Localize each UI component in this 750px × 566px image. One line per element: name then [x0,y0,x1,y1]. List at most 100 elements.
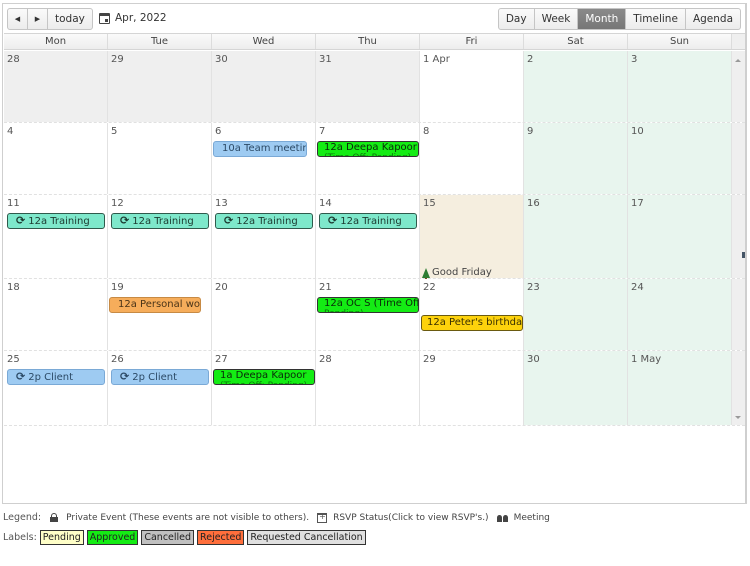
day-cell[interactable]: 15 Good Friday [420,195,524,280]
day-cell[interactable]: 17 [628,195,732,278]
day-number[interactable]: 5 [111,126,117,137]
view-button-agenda[interactable]: Agenda [686,9,740,29]
day-cell[interactable]: 30 [212,51,316,122]
day-number[interactable]: 15 [423,198,436,209]
view-button-timeline[interactable]: Timeline [626,9,686,29]
day-cell[interactable]: 1 Apr [420,51,524,122]
side-panel-handle[interactable] [742,252,745,258]
day-number[interactable]: 22 [423,282,436,293]
day-cell[interactable]: 5 [108,123,212,194]
day-cell[interactable]: 19 12a Personal work [108,279,212,350]
day-number[interactable]: 4 [7,126,13,137]
view-button-month[interactable]: Month [578,9,627,29]
day-number[interactable]: 12 [111,198,124,209]
day-number[interactable]: 23 [527,282,540,293]
calendar-event[interactable]: 10a Team meeting [213,141,307,157]
scroll-up-icon[interactable] [735,59,741,62]
day-cell[interactable]: 2 [524,51,628,122]
day-number[interactable]: 27 [215,354,228,365]
day-cell[interactable]: 12 ⟳ 12a Training [108,195,212,278]
day-number[interactable]: 1 Apr [423,54,450,65]
scroll-down-icon[interactable] [735,416,741,419]
day-cell[interactable]: 27 1a Deepa Kapoor(Time Off: Pending) [212,351,316,425]
day-cell[interactable]: 31 [316,51,420,122]
prev-button[interactable]: ◀ [8,9,28,29]
day-cell[interactable]: 22 12a Peter's birthday [420,279,524,350]
day-number[interactable]: 11 [7,198,20,209]
day-number[interactable]: 24 [631,282,644,293]
scrollbar[interactable] [732,279,745,350]
day-number[interactable]: 16 [527,198,540,209]
day-number[interactable]: 18 [7,282,20,293]
day-number[interactable]: 28 [7,54,20,65]
day-cell[interactable]: 23 [524,279,628,350]
scrollbar[interactable] [732,123,745,194]
day-cell[interactable]: 29 [108,51,212,122]
day-cell[interactable]: 3 [628,51,732,122]
day-number[interactable]: 10 [631,126,644,137]
calendar-event[interactable]: 12a Peter's birthday [421,315,523,331]
day-cell[interactable]: 24 [628,279,732,350]
day-number[interactable]: 13 [215,198,228,209]
day-cell[interactable]: 7 12a Deepa Kapoor(Time Off: Pending) [316,123,420,194]
calendar-event[interactable]: 12a OC S (Time Off:Pending) [317,297,419,313]
holiday-label[interactable]: Good Friday [422,267,492,280]
day-number[interactable]: 30 [215,54,228,65]
day-number[interactable]: 6 [215,126,221,137]
day-number[interactable]: 8 [423,126,429,137]
day-cell[interactable]: 30 [524,351,628,425]
day-cell[interactable]: 21 12a OC S (Time Off:Pending) [316,279,420,350]
day-cell[interactable]: 28 [316,351,420,425]
day-cell[interactable]: 8 [420,123,524,194]
day-number[interactable]: 17 [631,198,644,209]
next-button[interactable]: ▶ [28,9,48,29]
day-number[interactable]: 28 [319,354,332,365]
day-cell[interactable]: 10 [628,123,732,194]
day-number[interactable]: 2 [527,54,533,65]
day-cell[interactable]: 4 [4,123,108,194]
calendar-event[interactable]: ⟳ 12a Training [319,213,417,229]
day-number[interactable]: 31 [319,54,332,65]
day-cell[interactable]: 28 [4,51,108,122]
day-number[interactable]: 26 [111,354,124,365]
day-number[interactable]: 20 [215,282,228,293]
day-cell[interactable]: 14 ⟳ 12a Training [316,195,420,278]
day-number[interactable]: 25 [7,354,20,365]
day-number[interactable]: 1 May [631,354,661,365]
today-button[interactable]: today [48,9,92,29]
day-number[interactable]: 29 [423,354,436,365]
day-cell[interactable]: 16 [524,195,628,278]
day-number[interactable]: 7 [319,126,325,137]
day-number[interactable]: 21 [319,282,332,293]
view-button-day[interactable]: Day [499,9,535,29]
day-cell[interactable]: 6 10a Team meeting [212,123,316,194]
day-number[interactable]: 30 [527,354,540,365]
day-cell[interactable]: 9 [524,123,628,194]
day-cell[interactable]: 13 ⟳ 12a Training [212,195,316,278]
day-cell[interactable]: 25 ⟳ 2p Client [4,351,108,425]
calendar-title[interactable]: Apr, 2022 [99,12,167,24]
day-number[interactable]: 19 [111,282,124,293]
scrollbar[interactable] [732,351,745,425]
day-cell[interactable]: 29 [420,351,524,425]
calendar-event[interactable]: ⟳ 2p Client [111,369,209,385]
calendar-event[interactable]: 12a Personal work [109,297,201,313]
calendar-event[interactable]: ⟳ 2p Client [7,369,105,385]
view-button-week[interactable]: Week [535,9,579,29]
calendar-event[interactable]: ⟳ 12a Training [111,213,209,229]
day-number[interactable]: 9 [527,126,533,137]
calendar-event[interactable]: ⟳ 12a Training [7,213,105,229]
calendar-event[interactable]: 1a Deepa Kapoor(Time Off: Pending) [213,369,315,385]
day-cell[interactable]: 11 ⟳ 12a Training [4,195,108,278]
day-cell[interactable]: 20 [212,279,316,350]
day-cell[interactable]: 1 May [628,351,732,425]
scrollbar[interactable] [732,195,745,278]
day-number[interactable]: 29 [111,54,124,65]
day-number[interactable]: 14 [319,198,332,209]
calendar-event[interactable]: 12a Deepa Kapoor(Time Off: Pending) [317,141,419,157]
calendar-event[interactable]: ⟳ 12a Training [215,213,313,229]
day-number[interactable]: 3 [631,54,637,65]
day-cell[interactable]: 18 [4,279,108,350]
day-cell[interactable]: 26 ⟳ 2p Client [108,351,212,425]
scrollbar[interactable] [732,51,745,122]
